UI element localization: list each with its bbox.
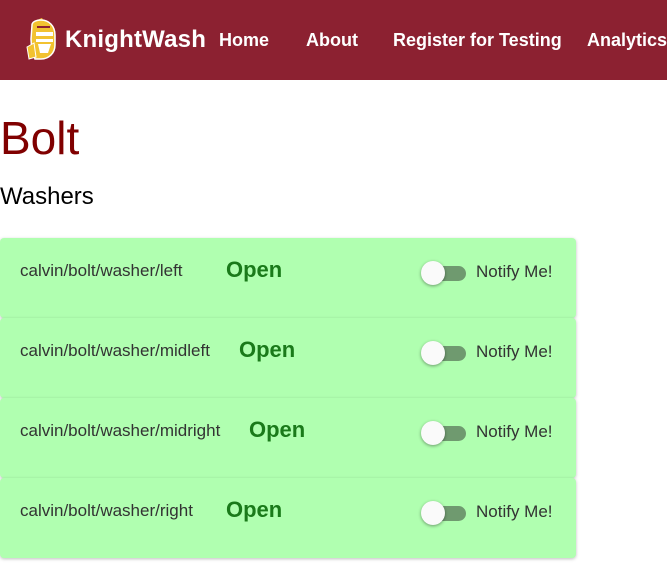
nav-register-link[interactable]: Register for Testing bbox=[393, 29, 562, 51]
page-title: Bolt bbox=[0, 112, 80, 164]
machine-name: calvin/bolt/washer/right bbox=[20, 501, 193, 520]
machine-name: calvin/bolt/washer/midright bbox=[20, 421, 221, 440]
notify-toggle[interactable] bbox=[420, 340, 468, 366]
status-label: Open bbox=[226, 257, 283, 282]
brand-link[interactable]: KnightWash bbox=[24, 17, 206, 63]
machine-card: calvin/bolt/washer/left Open Notify Me! bbox=[0, 238, 576, 318]
toggle-thumb bbox=[421, 341, 445, 365]
notify-toggle[interactable] bbox=[420, 420, 468, 446]
notify-label: Notify Me! bbox=[476, 262, 553, 281]
toggle-thumb bbox=[421, 421, 445, 445]
status-label: Open bbox=[249, 417, 306, 442]
knight-helmet-icon bbox=[26, 18, 56, 60]
machine-card: calvin/bolt/washer/midleft Open Notify M… bbox=[0, 318, 576, 398]
nav-about-link[interactable]: About bbox=[306, 29, 358, 51]
notify-toggle[interactable] bbox=[420, 500, 468, 526]
notify-label: Notify Me! bbox=[476, 342, 553, 361]
nav-home-link[interactable]: Home bbox=[219, 29, 269, 51]
notify-label: Notify Me! bbox=[476, 422, 553, 441]
notify-label: Notify Me! bbox=[476, 502, 553, 521]
nav-analytics-link[interactable]: Analytics bbox=[587, 29, 667, 51]
status-label: Open bbox=[226, 497, 283, 522]
brand-name: KnightWash bbox=[65, 26, 207, 53]
section-title: Washers bbox=[0, 183, 94, 210]
toggle-thumb bbox=[421, 501, 445, 525]
status-label: Open bbox=[239, 337, 296, 362]
machine-card: calvin/bolt/washer/right Open Notify Me! bbox=[0, 478, 576, 558]
toggle-thumb bbox=[421, 261, 445, 285]
machine-card: calvin/bolt/washer/midright Open Notify … bbox=[0, 398, 576, 478]
notify-toggle[interactable] bbox=[420, 260, 468, 286]
machine-name: calvin/bolt/washer/left bbox=[20, 261, 183, 280]
navbar: KnightWash Home About Register for Testi… bbox=[0, 0, 667, 80]
machine-name: calvin/bolt/washer/midleft bbox=[20, 341, 210, 360]
